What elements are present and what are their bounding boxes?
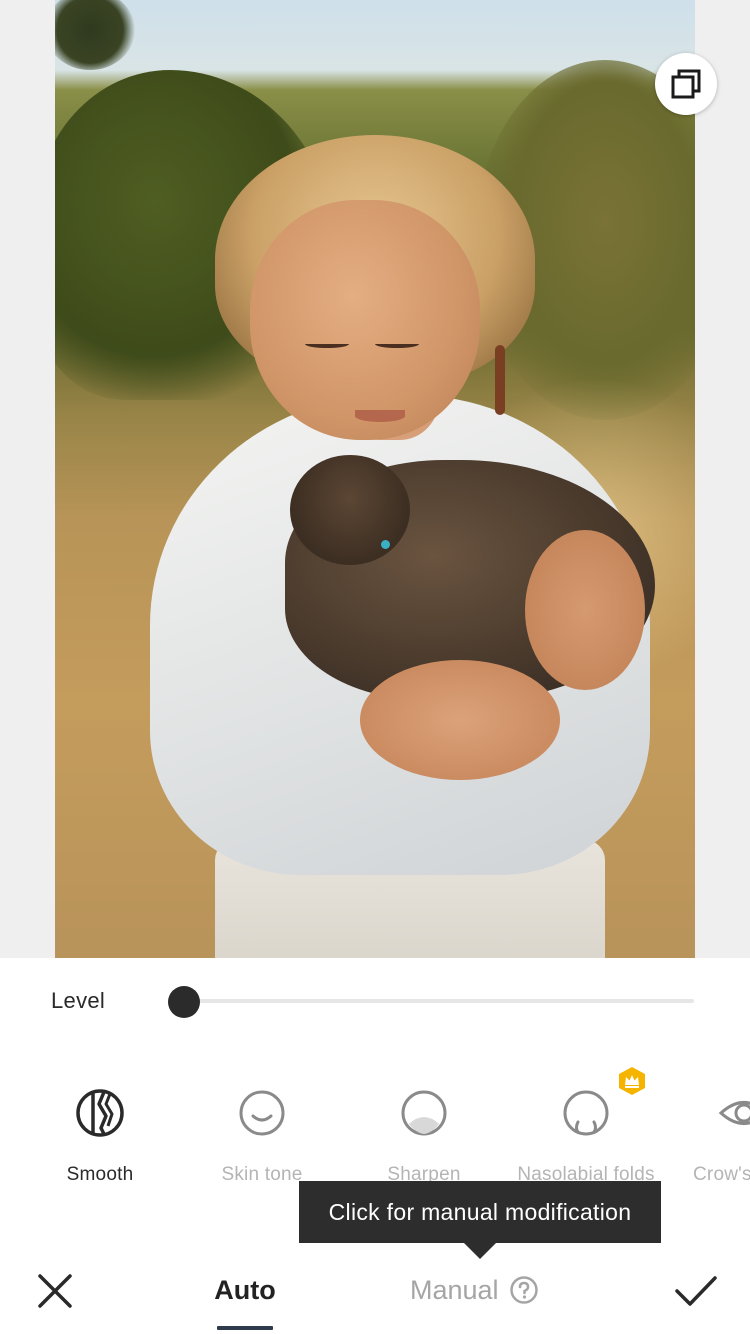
confirm-button[interactable] [670, 1266, 722, 1316]
photo-hen-head [290, 455, 410, 565]
tool-sharpen[interactable]: Sharpen [339, 1086, 509, 1196]
sharpen-icon [401, 1090, 447, 1136]
tool-nasolabial-folds[interactable]: Nasolabial folds [501, 1086, 671, 1196]
level-slider-thumb[interactable] [168, 986, 200, 1018]
mode-manual-tab[interactable]: Manual [410, 1270, 539, 1310]
manual-tooltip: Click for manual modification [299, 1181, 661, 1243]
level-label: Level [51, 988, 106, 1013]
premium-crown-icon [618, 1066, 646, 1096]
tool-crows-feet[interactable]: Crow's [663, 1086, 750, 1196]
smooth-icon [76, 1089, 124, 1137]
photo-hen-eye [381, 540, 390, 549]
close-button[interactable] [30, 1266, 80, 1316]
nasolabial-folds-icon [563, 1090, 609, 1136]
eye-icon [718, 1101, 750, 1125]
tool-crows-feet-label: Crow's [693, 1164, 750, 1185]
photo-face [250, 200, 480, 440]
compare-layers-icon [671, 69, 701, 99]
photo-eye-right [375, 340, 419, 348]
skin-tone-icon [239, 1090, 285, 1136]
tooltip-arrow [464, 1243, 496, 1259]
photo-eye-left [305, 340, 349, 348]
tool-skin-tone-label: Skin tone [221, 1164, 303, 1185]
level-slider-track[interactable] [184, 999, 694, 1003]
checkmark-icon [675, 1276, 717, 1306]
mode-auto-tab[interactable]: Auto [195, 1270, 295, 1310]
mode-manual-label: Manual [410, 1275, 499, 1305]
photo-hand-left [360, 660, 560, 780]
mode-active-indicator [217, 1326, 273, 1330]
tool-skin-tone[interactable]: Skin tone [177, 1086, 347, 1196]
retouch-editor-screen: Level Smooth Skin tone Sharpen Nasolabia… [0, 0, 750, 1334]
photo-hand-right [525, 530, 645, 690]
photo-mouth [355, 410, 405, 422]
portrait-photo[interactable] [55, 0, 695, 958]
close-icon [38, 1274, 72, 1308]
tool-smooth[interactable]: Smooth [15, 1086, 185, 1196]
photo-earring [495, 345, 505, 415]
compare-button[interactable] [655, 53, 717, 115]
tool-smooth-label: Smooth [66, 1164, 134, 1185]
photo-tree [55, 0, 135, 70]
help-circle-icon[interactable] [509, 1275, 539, 1305]
photo-canvas [0, 0, 750, 958]
